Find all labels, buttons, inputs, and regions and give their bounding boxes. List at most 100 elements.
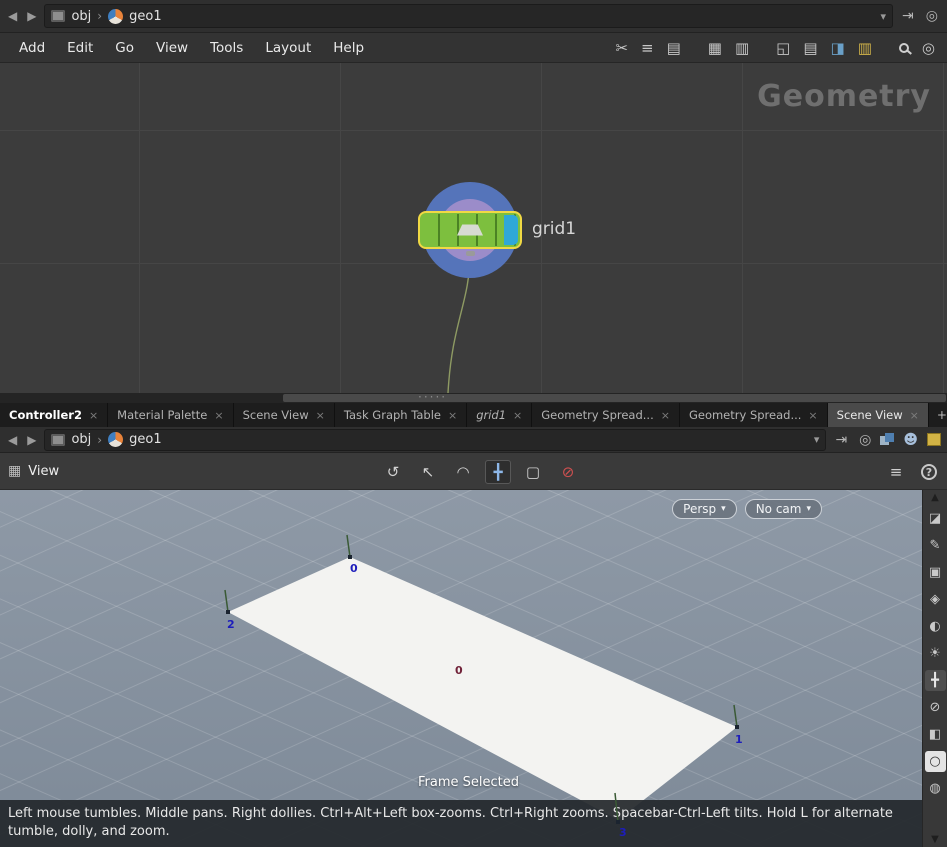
tab-geometry-spreadsheet-2[interactable]: Geometry Spread... ×	[680, 403, 828, 427]
close-icon[interactable]: ×	[448, 409, 457, 422]
follow-network-icon[interactable]: ◎	[923, 8, 941, 24]
scroll-down-icon[interactable]: ▼	[931, 832, 939, 847]
node-output-connector[interactable]	[466, 251, 475, 256]
layout-grid-icon[interactable]: ▦	[708, 39, 722, 57]
close-icon[interactable]: ×	[661, 409, 670, 422]
breadcrumb-geo1[interactable]: geo1	[129, 9, 161, 24]
menu-go[interactable]: Go	[104, 33, 145, 62]
menu-layout[interactable]: Layout	[254, 33, 322, 62]
menu-tools[interactable]: Tools	[199, 33, 254, 62]
secure-selection-icon[interactable]: ⊘	[555, 460, 581, 484]
help-icon[interactable]: ?	[921, 464, 937, 480]
tab-scene-view-1[interactable]: Scene View ×	[234, 403, 335, 427]
network-path-field[interactable]: obj › geo1 ▾	[44, 4, 893, 28]
scene-path-bar: ◀ ▶ obj › geo1 ▾ ⇥ ◎ ☻	[0, 427, 947, 453]
character-picker-icon[interactable]: ☻	[900, 432, 921, 448]
notes-panel-icon[interactable]: ▤	[667, 39, 681, 57]
node-label[interactable]: grid1	[532, 219, 576, 239]
tab-scene-view-2[interactable]: Scene View ×	[828, 403, 929, 427]
reference-plane-icon[interactable]: ○	[925, 751, 946, 772]
render-view-icon[interactable]: ◨	[831, 39, 845, 57]
forward-button[interactable]: ▶	[25, 9, 38, 23]
breadcrumb-obj[interactable]: obj	[71, 9, 91, 24]
view-tool-icon[interactable]: ↺	[380, 460, 406, 484]
follow-network-icon[interactable]: ◎	[856, 432, 874, 448]
tab-task-graph-table[interactable]: Task Graph Table ×	[335, 403, 467, 427]
obj-context-icon	[51, 434, 65, 446]
close-icon[interactable]: ×	[808, 409, 817, 422]
tab-geometry-spreadsheet-1[interactable]: Geometry Spread... ×	[532, 403, 680, 427]
back-button[interactable]: ◀	[6, 9, 19, 23]
breadcrumb-geo1[interactable]: geo1	[129, 432, 161, 447]
menu-add[interactable]: Add	[8, 33, 56, 62]
tab-controls: + ■ ▾	[929, 403, 947, 427]
close-icon[interactable]: ×	[513, 409, 522, 422]
lasso-select-icon[interactable]: ◠	[450, 460, 476, 484]
pane-type-icon[interactable]: ▦	[8, 463, 21, 479]
box-select-icon[interactable]: ▢	[520, 460, 546, 484]
forward-button[interactable]: ▶	[25, 433, 38, 447]
layout-columns-icon[interactable]: ▥	[735, 39, 749, 57]
scene-view-toolbar: ▦ View ↺ ↖ ◠ ╋ ▢ ⊘ ≡ ?	[0, 453, 947, 490]
paint-mask-icon[interactable]: ◍	[925, 778, 946, 799]
back-button[interactable]: ◀	[6, 433, 19, 447]
close-icon[interactable]: ×	[89, 409, 98, 422]
camera-select-button[interactable]: No cam ▾	[745, 499, 822, 519]
radar-icon[interactable]: ◎	[922, 39, 935, 57]
path-history-dropdown-icon[interactable]: ▾	[881, 10, 887, 23]
breadcrumb-obj[interactable]: obj	[71, 432, 91, 447]
secure-lock-icon[interactable]: ▣	[925, 562, 946, 583]
tab-controller2[interactable]: Controller2 ×	[0, 403, 108, 427]
close-icon[interactable]: ×	[910, 409, 919, 422]
chevron-down-icon: ▾	[806, 504, 811, 514]
houdini-window: ◀ ▶ obj › geo1 ▾ ⇥ ◎ Add Edit Go View To…	[0, 0, 947, 847]
close-icon[interactable]: ×	[316, 409, 325, 422]
snap-icon[interactable]: ◈	[925, 589, 946, 610]
handles-tool-icon[interactable]: ╋	[485, 460, 511, 484]
menu-edit[interactable]: Edit	[56, 33, 104, 62]
tree-view-icon[interactable]: ≡	[641, 39, 654, 57]
search-icon[interactable]	[899, 43, 909, 53]
lighting-icon[interactable]: ☀	[925, 643, 946, 664]
shelf-icon[interactable]: ▥	[858, 39, 872, 57]
script-editor-icon[interactable]: ▤	[803, 39, 817, 57]
select-tool-icon[interactable]: ↖	[415, 460, 441, 484]
isolate-icon[interactable]: ⊘	[925, 697, 946, 718]
link-editor-icon[interactable]	[880, 433, 894, 446]
network-editor-pane[interactable]: Geometry grid1	[0, 63, 947, 393]
display-flag[interactable]	[504, 215, 518, 245]
pin-icon[interactable]: ⇥	[899, 8, 917, 24]
handles-display-icon[interactable]: ╋	[925, 670, 946, 691]
tab-label: grid1	[476, 408, 506, 422]
clip-icon[interactable]: ◧	[925, 724, 946, 745]
persp-view-button[interactable]: Persp ▾	[672, 499, 737, 519]
close-icon[interactable]: ×	[214, 409, 223, 422]
menu-view[interactable]: View	[145, 33, 199, 62]
network-hscrollbar[interactable]: ·····	[0, 393, 947, 403]
add-tab-button[interactable]: +	[937, 408, 947, 422]
new-desktop-icon[interactable]: ◱	[776, 39, 790, 57]
camera-controls: Persp ▾ No cam ▾	[672, 499, 822, 519]
display-options-icon[interactable]: ≡	[883, 460, 909, 484]
scissors-icon[interactable]: ✂	[615, 39, 628, 57]
menu-help[interactable]: Help	[322, 33, 375, 62]
path-history-dropdown-icon[interactable]: ▾	[814, 433, 820, 446]
visibility-icon[interactable]: ◪	[925, 508, 946, 529]
pin-icon[interactable]: ⇥	[832, 432, 850, 448]
breadcrumb-separator-icon: ›	[97, 9, 102, 23]
shelf-tab-icon[interactable]	[927, 433, 941, 446]
scroll-up-icon[interactable]: ▲	[931, 490, 939, 505]
grid1-node[interactable]	[418, 211, 522, 249]
tab-grid1[interactable]: grid1 ×	[467, 403, 532, 427]
shading-icon[interactable]: ◐	[925, 616, 946, 637]
viewbar-right-controls: ≡ ?	[883, 453, 937, 490]
scene-path-field[interactable]: obj › geo1 ▾	[44, 429, 826, 451]
edit-brush-icon[interactable]: ✎	[925, 535, 946, 556]
geometry-node-icon	[108, 432, 123, 447]
hscrollbar-thumb[interactable]	[283, 394, 946, 402]
scene-viewport[interactable]: Persp ▾ No cam ▾ 0 2 1 3 0 Frame Selecte…	[0, 490, 922, 847]
point-number-0: 0	[350, 562, 358, 575]
geometry-node-icon	[108, 9, 123, 24]
tab-material-palette[interactable]: Material Palette ×	[108, 403, 233, 427]
point-number-3: 3	[619, 826, 627, 839]
